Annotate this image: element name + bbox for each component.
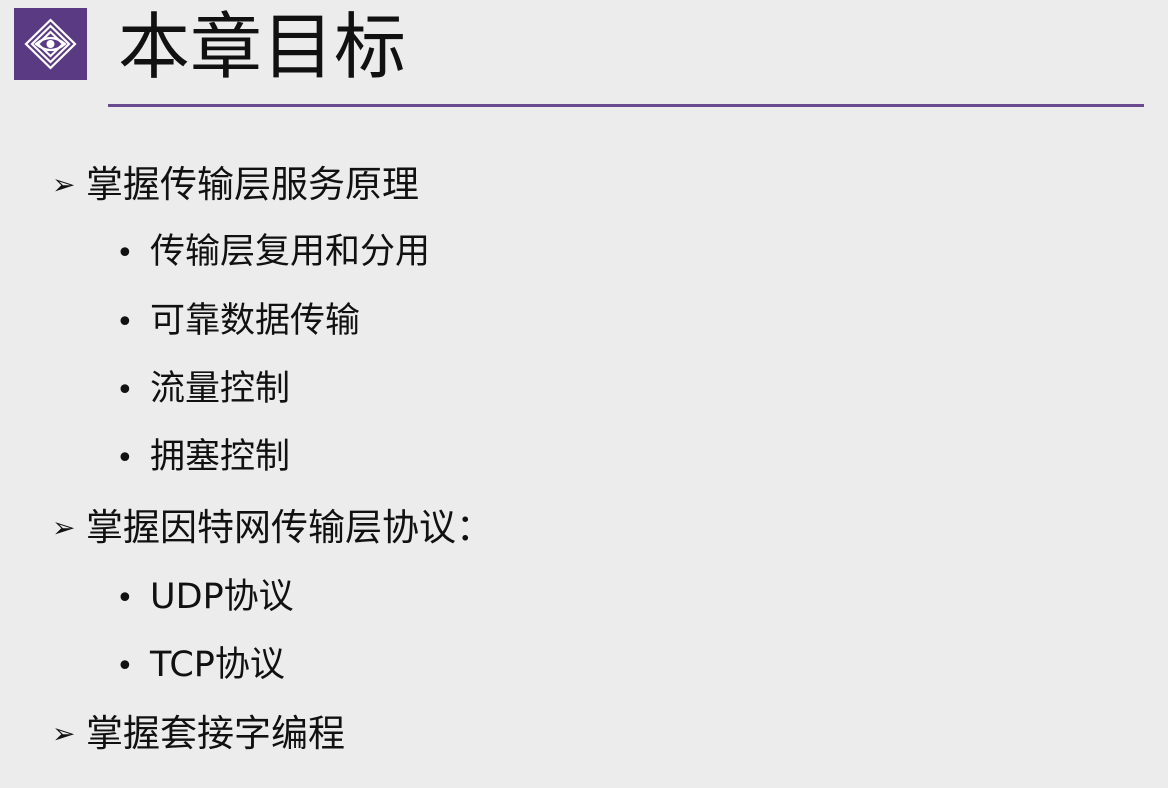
dot-bullet-icon: • xyxy=(116,305,134,340)
list-item: • 拥塞控制 xyxy=(116,434,290,482)
bullet-list: ➢ 掌握传输层服务原理 • 传输层复用和分用 • 可靠数据传输 • 流量控制 • 拥塞控制… xyxy=(0,0,1168,788)
list-item-text: 可靠数据传输 xyxy=(150,301,361,341)
list-item: • TCP协议 xyxy=(116,642,285,690)
dot-bullet-icon: • xyxy=(116,649,134,684)
list-item: • 可靠数据传输 xyxy=(116,298,360,346)
list-item-text: 拥塞控制 xyxy=(150,437,291,477)
list-item: ➢ 掌握套接字编程 xyxy=(52,710,345,758)
list-item: ➢ 掌握传输层服务原理 xyxy=(52,161,419,209)
dot-bullet-icon: • xyxy=(116,236,134,271)
list-item-text: 传输层复用和分用 xyxy=(150,232,431,272)
list-item: • 传输层复用和分用 xyxy=(116,229,430,277)
list-item-text: 流量控制 xyxy=(150,369,291,409)
arrow-bullet-icon: ➢ xyxy=(52,168,76,201)
dot-bullet-icon: • xyxy=(116,441,134,476)
list-item-text: 掌握传输层服务原理 xyxy=(86,163,419,206)
dot-bullet-icon: • xyxy=(116,581,134,616)
list-item-text: TCP协议 xyxy=(150,645,285,685)
list-item: • UDP协议 xyxy=(116,574,294,622)
list-item: ➢ 掌握因特网传输层协议： xyxy=(52,504,493,552)
list-item-text: 掌握套接字编程 xyxy=(86,712,345,755)
list-item: • 流量控制 xyxy=(116,366,290,414)
list-item-text: UDP协议 xyxy=(150,577,294,617)
arrow-bullet-icon: ➢ xyxy=(52,511,76,544)
list-item-text: 掌握因特网传输层协议： xyxy=(86,506,493,549)
arrow-bullet-icon: ➢ xyxy=(52,717,76,750)
dot-bullet-icon: • xyxy=(116,373,134,408)
